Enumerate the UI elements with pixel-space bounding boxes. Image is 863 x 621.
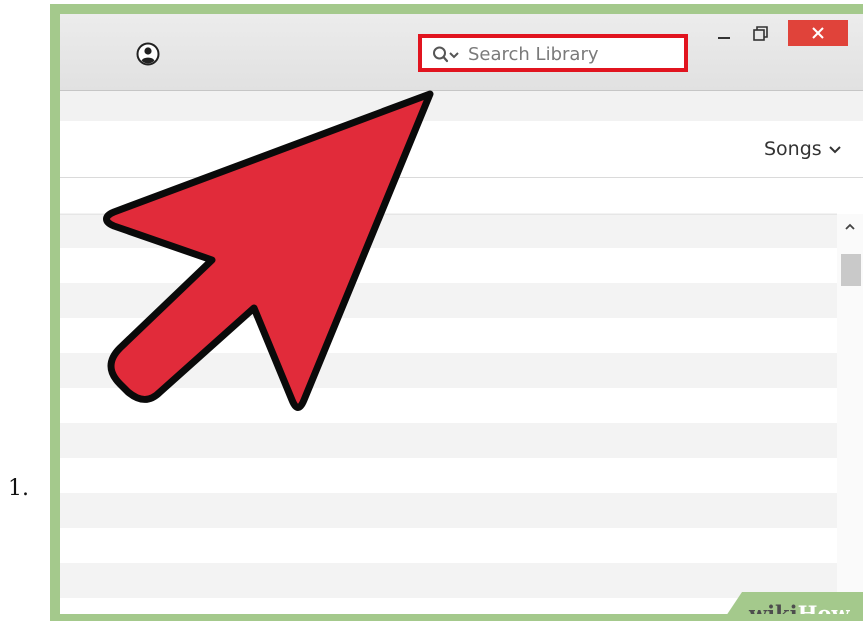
minimize-icon[interactable] — [712, 24, 736, 46]
wikihow-watermark: wikiHow — [716, 592, 863, 614]
scrollbar-thumb[interactable] — [841, 254, 861, 286]
step-number: 1. — [8, 476, 29, 501]
watermark-wiki: wiki — [749, 601, 798, 615]
close-button[interactable] — [788, 20, 848, 46]
watermark-text: wikiHow — [749, 601, 850, 615]
pointer-arrow-icon — [103, 90, 434, 411]
songs-view-label[interactable]: Songs — [764, 138, 822, 160]
chevron-down-icon[interactable] — [828, 142, 842, 156]
watermark-how: How — [797, 601, 850, 615]
chevron-up-icon[interactable] — [843, 220, 857, 234]
restore-icon[interactable] — [748, 22, 774, 46]
search-icon[interactable] — [432, 45, 462, 65]
songs-view-dropdown[interactable]: Songs — [764, 135, 842, 163]
title-bar: Search Library — [60, 14, 863, 91]
search-library-field[interactable]: Search Library — [418, 34, 688, 72]
search-placeholder[interactable]: Search Library — [468, 44, 599, 65]
user-account-icon[interactable] — [136, 42, 160, 66]
close-icon[interactable] — [788, 20, 848, 46]
vertical-scrollbar[interactable] — [837, 214, 863, 614]
app-window: Search Library Songs wikiHow — [60, 14, 863, 614]
screenshot-frame: Search Library Songs wikiHow — [50, 4, 863, 621]
